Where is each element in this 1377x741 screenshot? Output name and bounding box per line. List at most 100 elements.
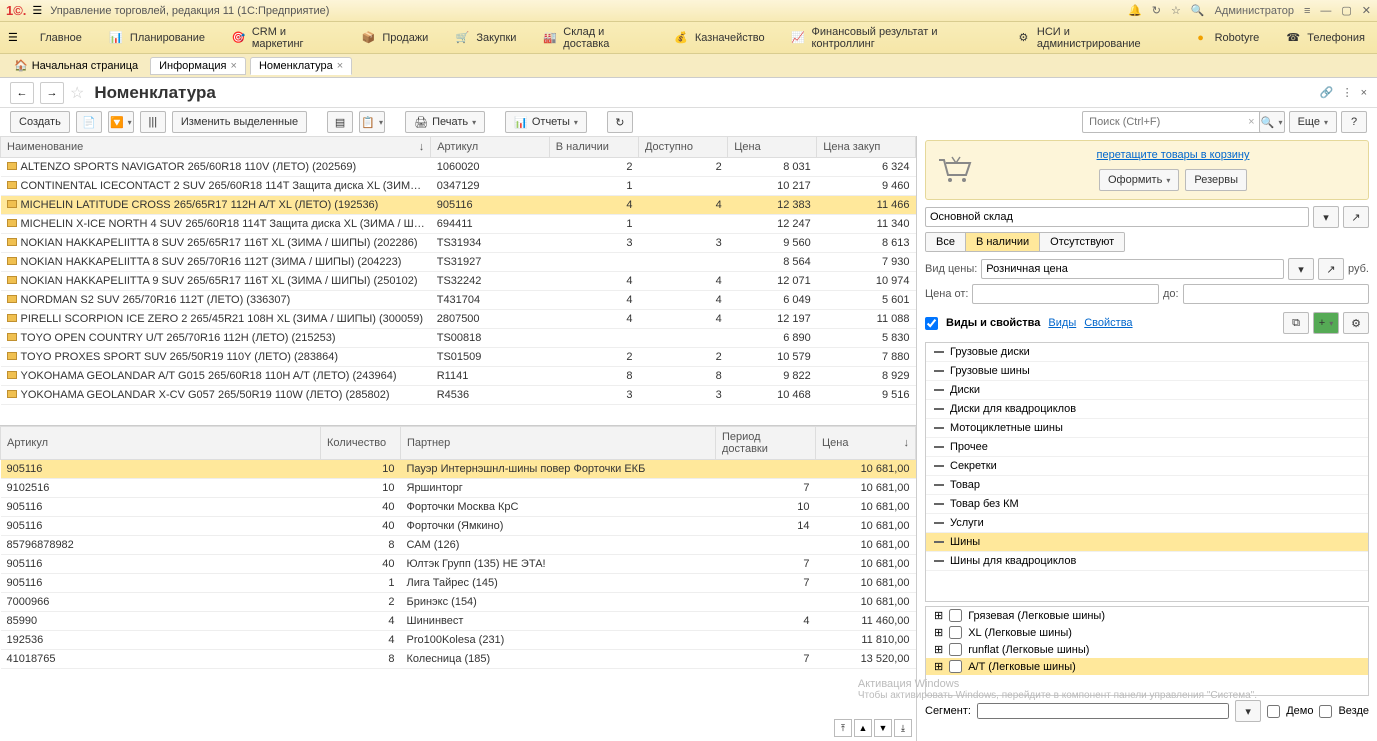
warehouse-dd[interactable]: ▾: [1313, 206, 1339, 228]
create-button[interactable]: Создать: [10, 111, 70, 133]
table-row[interactable]: MICHELIN LATITUDE CROSS 265/65R17 112H A…: [1, 196, 916, 215]
menu-toggle-icon[interactable]: ☰: [8, 31, 18, 44]
menu-treasury[interactable]: 💰Казначейство: [669, 28, 769, 48]
admin-label[interactable]: Администратор: [1215, 5, 1294, 17]
page-first[interactable]: ⤒: [834, 719, 852, 737]
segment-dd[interactable]: ▾: [1235, 700, 1261, 722]
nav-forward-button[interactable]: →: [40, 82, 64, 104]
demo-checkbox[interactable]: [1267, 705, 1280, 718]
edit-selected-button[interactable]: Изменить выделенные: [172, 111, 307, 133]
table-row[interactable]: NORDMAN S2 SUV 265/70R16 112T (ЛЕТО) (33…: [1, 291, 916, 310]
more-icon[interactable]: ⋮: [1342, 86, 1353, 99]
types-link[interactable]: Виды: [1048, 317, 1076, 329]
close-icon[interactable]: ×: [337, 60, 343, 72]
reports-button[interactable]: 📊 Отчеты ▾: [505, 111, 587, 133]
search-button[interactable]: 🔍▾: [1259, 111, 1285, 133]
list-button[interactable]: ▤: [327, 111, 353, 133]
col-price[interactable]: Цена: [728, 137, 817, 158]
help-button[interactable]: ?: [1341, 111, 1367, 133]
col-sku[interactable]: Артикул: [431, 137, 550, 158]
filter-instock[interactable]: В наличии: [966, 233, 1040, 251]
filter-item[interactable]: ⊞A/T (Легковые шины): [926, 658, 1368, 675]
table-row[interactable]: 857968789828САМ (126)10 681,00: [1, 536, 916, 555]
table-row[interactable]: NOKIAN HAKKAPELIITTA 9 SUV 265/65R17 116…: [1, 272, 916, 291]
add-props-button[interactable]: +▾: [1313, 312, 1339, 334]
menu-sales[interactable]: 📦Продажи: [356, 28, 432, 48]
filter-item[interactable]: ⊞Грязевая (Легковые шины): [926, 607, 1368, 624]
props-checkbox[interactable]: [925, 317, 938, 330]
col-price2[interactable]: Цена ↓: [816, 427, 916, 460]
table-row[interactable]: CONTINENTAL ICECONTACT 2 SUV 265/60R18 1…: [1, 177, 916, 196]
table-row[interactable]: TOYO OPEN COUNTRY U/T 265/70R16 112H (ЛЕ…: [1, 329, 916, 348]
filter-item[interactable]: ⊞XL (Легковые шины): [926, 624, 1368, 641]
history-icon[interactable]: ↻: [1152, 4, 1161, 17]
menu-planning[interactable]: 📊Планирование: [104, 28, 209, 48]
maximize-icon[interactable]: ▢: [1341, 4, 1351, 17]
table-row[interactable]: NOKIAN HAKKAPELIITTA 8 SUV 265/65R17 116…: [1, 234, 916, 253]
category-item[interactable]: Диски для квадроциклов: [926, 400, 1368, 419]
reserves-button[interactable]: Резервы: [1185, 169, 1247, 191]
close-page-icon[interactable]: ×: [1361, 87, 1367, 99]
paste-button[interactable]: 📋▾: [359, 111, 385, 133]
table-row[interactable]: TOYO PROXES SPORT SUV 265/50R19 110Y (ЛЕ…: [1, 348, 916, 367]
menu-finance[interactable]: 📈Финансовый результат и контроллинг: [787, 24, 994, 52]
favorite-icon[interactable]: ☆: [70, 83, 84, 103]
menu-robotyre[interactable]: ●Robotyre: [1189, 28, 1264, 48]
copy-button[interactable]: 📄: [76, 111, 102, 133]
bell-icon[interactable]: 🔔: [1128, 4, 1142, 17]
table-row[interactable]: 410187658Колесница (185)713 520,00: [1, 650, 916, 669]
table-row[interactable]: 9051161Лига Тайрес (145)710 681,00: [1, 574, 916, 593]
table-row[interactable]: 90511640Форточки (Ямкино)1410 681,00: [1, 517, 916, 536]
col-partner[interactable]: Партнер: [401, 427, 716, 460]
segment-input[interactable]: [977, 703, 1229, 719]
more-button[interactable]: Еще ▾: [1289, 111, 1337, 133]
filter-none[interactable]: Отсутствуют: [1040, 233, 1124, 251]
price-type-select[interactable]: [981, 259, 1284, 279]
props-link[interactable]: Свойства: [1084, 317, 1132, 329]
copy-props-button[interactable]: ⧉: [1283, 312, 1309, 334]
category-item[interactable]: Грузовые шины: [926, 362, 1368, 381]
category-item[interactable]: Услуги: [926, 514, 1368, 533]
table-row[interactable]: 859904Шининвест411 460,00: [1, 612, 916, 631]
tab-home[interactable]: 🏠 Начальная страница: [6, 57, 146, 74]
menu-crm[interactable]: 🎯CRM и маркетинг: [227, 24, 338, 52]
products-table[interactable]: Наименование ↓ Артикул В наличии Доступн…: [0, 136, 916, 426]
table-row[interactable]: ALTENZO SPORTS NAVIGATOR 265/60R18 110V …: [1, 158, 916, 177]
table-row[interactable]: 90511640Юлтэк Групп (135) НЕ ЭТА!710 681…: [1, 555, 916, 574]
star-icon[interactable]: ☆: [1171, 4, 1181, 17]
print-button[interactable]: 🖨 Печать ▾: [405, 111, 485, 133]
col-cost[interactable]: Цена закуп: [817, 137, 916, 158]
category-item[interactable]: Товар без КМ: [926, 495, 1368, 514]
price-type-dd[interactable]: ▾: [1288, 258, 1314, 280]
category-item[interactable]: Секретки: [926, 457, 1368, 476]
category-item[interactable]: Шины: [926, 533, 1368, 552]
table-row[interactable]: 910251610Яршинторг710 681,00: [1, 479, 916, 498]
page-down[interactable]: ▼: [874, 719, 892, 737]
menu-main[interactable]: Главное: [36, 30, 86, 46]
category-item[interactable]: Диски: [926, 381, 1368, 400]
cart-drop-link[interactable]: перетащите товары в корзину: [986, 149, 1360, 161]
category-list[interactable]: Грузовые дискиГрузовые шиныДискиДиски дл…: [925, 342, 1369, 602]
close-icon[interactable]: ×: [231, 60, 237, 72]
warehouse-select[interactable]: [925, 207, 1309, 227]
col-sku2[interactable]: Артикул: [1, 427, 321, 460]
warehouse-open[interactable]: ↗: [1343, 206, 1369, 228]
tab-info[interactable]: Информация ×: [150, 57, 246, 75]
category-item[interactable]: Шины для квадроциклов: [926, 552, 1368, 571]
table-row[interactable]: YOKOHAMA GEOLANDAR X-CV G057 265/50R19 1…: [1, 386, 916, 405]
table-row[interactable]: 1925364Pro100Kolesa (231)11 810,00: [1, 631, 916, 650]
filter-list[interactable]: ⊞Грязевая (Легковые шины)⊞XL (Легковые ш…: [925, 606, 1369, 696]
page-last[interactable]: ⤓: [894, 719, 912, 737]
table-row[interactable]: 90511610Пауэр Интернэшнл-шины повер Форт…: [1, 460, 916, 479]
table-row[interactable]: 90511640Форточки Москва КрС1010 681,00: [1, 498, 916, 517]
clear-search-icon[interactable]: ×: [1248, 116, 1254, 128]
filter-button[interactable]: 🔽▾: [108, 111, 134, 133]
menu-purchases[interactable]: 🛒Закупки: [450, 28, 520, 48]
menu-warehouse[interactable]: 🏭Склад и доставка: [538, 24, 650, 52]
refresh-button[interactable]: ↻: [607, 111, 633, 133]
table-row[interactable]: NOKIAN HAKKAPELIITTA 8 SUV 265/70R16 112…: [1, 253, 916, 272]
category-item[interactable]: Товар: [926, 476, 1368, 495]
minimize-icon[interactable]: —: [1320, 5, 1331, 17]
col-delivery[interactable]: Период доставки: [716, 427, 816, 460]
filter-all[interactable]: Все: [926, 233, 966, 251]
